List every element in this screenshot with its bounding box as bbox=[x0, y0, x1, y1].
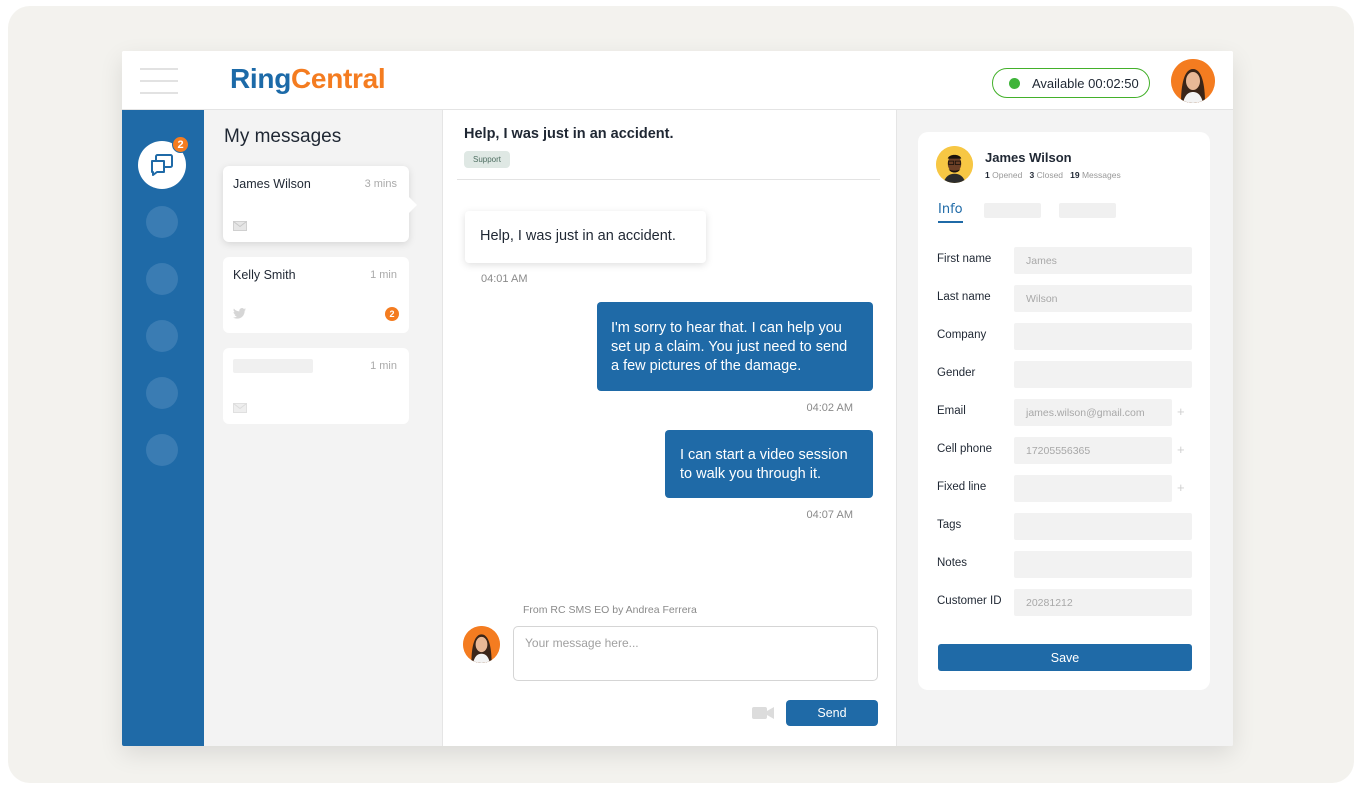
nav-item-3[interactable] bbox=[146, 263, 178, 295]
conversation-card[interactable]: 1 min bbox=[223, 348, 409, 424]
messages-unread-badge: 2 bbox=[172, 136, 189, 153]
contact-avatar bbox=[936, 146, 973, 183]
nav-item-6[interactable] bbox=[146, 434, 178, 466]
support-tag[interactable]: Support bbox=[464, 151, 511, 168]
contact-card: James Wilson 1 Opened 3 Closed 19 Messag… bbox=[918, 132, 1210, 690]
message-timestamp: 04:07 AM bbox=[806, 509, 853, 521]
sender-info: From RC SMS EO by Andrea Ferrera bbox=[523, 604, 697, 616]
divider bbox=[457, 179, 880, 180]
status-label: Available 00:02:50 bbox=[1032, 75, 1139, 91]
chat-panel: Help, I was just in an accident. Support… bbox=[443, 110, 897, 746]
unread-badge: 2 bbox=[385, 307, 399, 321]
nav-item-4[interactable] bbox=[146, 320, 178, 352]
contact-stats: 1 Opened 3 Closed 19 Messages bbox=[985, 170, 1121, 180]
availability-status-button[interactable]: Available 00:02:50 bbox=[992, 68, 1150, 98]
active-card-pointer bbox=[408, 196, 417, 214]
tab-info[interactable]: Info bbox=[938, 202, 963, 223]
agent-avatar[interactable] bbox=[1171, 59, 1215, 103]
field-label: Email bbox=[937, 405, 966, 417]
tags-field[interactable] bbox=[1014, 513, 1192, 540]
outgoing-message: I can start a video session to walk you … bbox=[665, 430, 873, 498]
message-timestamp: 04:02 AM bbox=[806, 402, 853, 414]
field-label: Tags bbox=[937, 519, 962, 531]
nav-item-2[interactable] bbox=[146, 206, 178, 238]
save-button[interactable]: Save bbox=[938, 644, 1192, 671]
agent-avatar bbox=[463, 626, 500, 663]
tab-placeholder[interactable] bbox=[1059, 203, 1116, 218]
tab-placeholder[interactable] bbox=[984, 203, 1041, 218]
company-field[interactable] bbox=[1014, 323, 1192, 350]
incoming-message: Help, I was just in an accident. bbox=[465, 211, 706, 263]
field-label: First name bbox=[937, 253, 992, 265]
conversation-subject: Help, I was just in an accident. bbox=[464, 126, 674, 142]
field-label: Cell phone bbox=[937, 443, 992, 455]
message-timestamp: 04:01 AM bbox=[481, 273, 528, 285]
twitter-icon bbox=[233, 308, 246, 319]
conversation-name: Kelly Smith bbox=[233, 268, 296, 282]
envelope-icon bbox=[233, 403, 247, 413]
field-label: Customer ID bbox=[937, 595, 1002, 607]
video-camera-icon[interactable] bbox=[752, 706, 774, 720]
field-label: Fixed line bbox=[937, 481, 987, 493]
chat-bubbles-icon bbox=[151, 154, 173, 176]
first-name-field[interactable]: James bbox=[1014, 247, 1192, 274]
message-list-panel: My messages James Wilson 3 mins Kelly Sm… bbox=[204, 110, 443, 746]
fixed-line-field[interactable] bbox=[1014, 475, 1172, 502]
app-window: RingCentral Available 00:02:50 2 My mess… bbox=[122, 51, 1233, 746]
top-bar: RingCentral Available 00:02:50 bbox=[122, 51, 1233, 110]
cell-phone-field[interactable]: 17205556365 bbox=[1014, 437, 1172, 464]
conversation-card[interactable]: James Wilson 3 mins bbox=[223, 166, 417, 242]
conversation-time: 1 min bbox=[370, 269, 397, 281]
add-cell-phone-icon[interactable]: + bbox=[1177, 442, 1185, 457]
nav-item-5[interactable] bbox=[146, 377, 178, 409]
conversation-time: 3 mins bbox=[364, 178, 397, 190]
envelope-icon bbox=[233, 221, 247, 231]
outgoing-message: I'm sorry to hear that. I can help you s… bbox=[597, 302, 873, 391]
conversation-name: James Wilson bbox=[233, 177, 311, 191]
status-dot-icon bbox=[1009, 77, 1020, 89]
gender-field[interactable] bbox=[1014, 361, 1192, 388]
conversation-time: 1 min bbox=[370, 360, 397, 372]
add-email-icon[interactable]: + bbox=[1177, 404, 1185, 419]
contact-info-panel: James Wilson 1 Opened 3 Closed 19 Messag… bbox=[897, 110, 1233, 746]
add-fixed-line-icon[interactable]: + bbox=[1177, 480, 1185, 495]
field-label: Notes bbox=[937, 557, 968, 569]
send-button[interactable]: Send bbox=[786, 700, 878, 726]
last-name-field[interactable]: Wilson bbox=[1014, 285, 1192, 312]
ringcentral-logo: RingCentral bbox=[230, 63, 386, 94]
customer-id-field[interactable]: 20281212 bbox=[1014, 589, 1192, 616]
notes-field[interactable] bbox=[1014, 551, 1192, 578]
conversation-card[interactable]: Kelly Smith 1 min 2 bbox=[223, 257, 409, 333]
contact-name: James Wilson bbox=[985, 150, 1072, 165]
navigation-rail: 2 bbox=[122, 110, 204, 746]
email-field[interactable]: james.wilson@gmail.com bbox=[1014, 399, 1172, 426]
conversation-name-placeholder bbox=[233, 359, 313, 373]
message-input[interactable]: Your message here... bbox=[513, 626, 878, 681]
message-list-title: My messages bbox=[224, 126, 342, 147]
field-label: Gender bbox=[937, 367, 976, 379]
field-label: Last name bbox=[937, 291, 991, 303]
menu-icon[interactable] bbox=[140, 68, 178, 94]
field-label: Company bbox=[937, 329, 987, 341]
